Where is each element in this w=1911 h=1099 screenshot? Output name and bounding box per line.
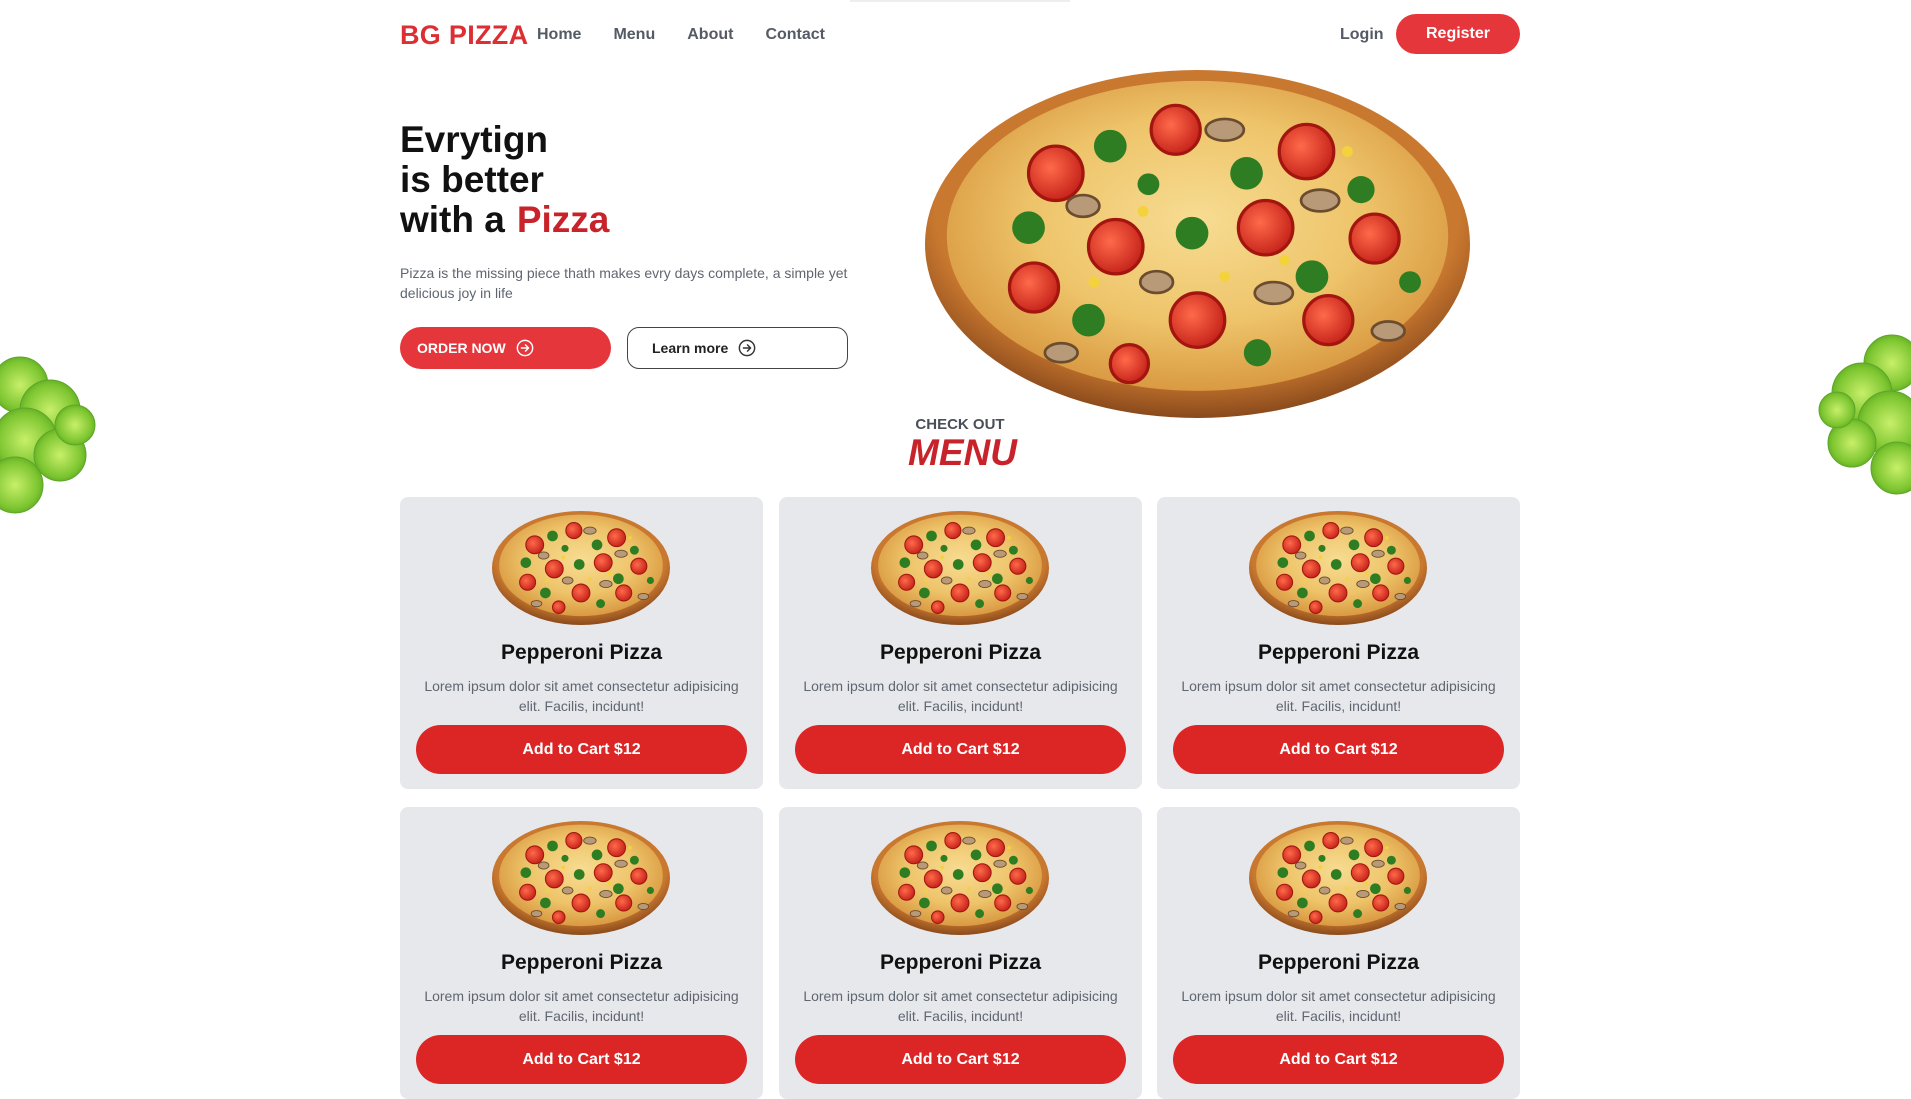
login-link[interactable]: Login xyxy=(1340,26,1384,44)
nav-link-menu[interactable]: Menu xyxy=(613,26,655,44)
add-to-cart-button[interactable]: Add to Cart $12 xyxy=(1173,1035,1504,1084)
top-divider xyxy=(850,0,1070,2)
menu-item-description: Lorem ipsum dolor sit amet consectetur a… xyxy=(424,678,739,714)
menu-item-description: Lorem ipsum dolor sit amet consectetur a… xyxy=(1181,678,1496,714)
hero-title-accent: Pizza xyxy=(516,199,610,240)
pizza-image xyxy=(1249,821,1427,935)
add-to-cart-button[interactable]: Add to Cart $12 xyxy=(795,725,1126,774)
navbar: BG PIZZA Home Menu About Contact Login R… xyxy=(400,14,1520,56)
menu-item-name: Pepperoni Pizza xyxy=(1257,641,1420,664)
lettuce-right-decoration xyxy=(1818,334,1911,495)
hero-pizza-image xyxy=(925,70,1470,418)
pizza-image xyxy=(871,821,1049,935)
hero-title-line3: with a xyxy=(400,199,505,240)
add-to-cart-button[interactable]: Add to Cart $12 xyxy=(416,725,747,774)
menu-card: Pepperoni Pizza Lorem ipsum dolor sit am… xyxy=(1157,807,1520,1099)
pizza-image xyxy=(492,511,670,625)
pizza-image xyxy=(871,511,1049,625)
menu-item-name: Pepperoni Pizza xyxy=(500,951,663,974)
arrow-circle-right-icon xyxy=(738,339,756,357)
menu-item-description: Lorem ipsum dolor sit amet consectetur a… xyxy=(803,678,1118,714)
hero-description: Pizza is the missing piece thath makes e… xyxy=(400,265,848,301)
menu-card: Pepperoni Pizza Lorem ipsum dolor sit am… xyxy=(779,807,1142,1099)
nav-links: Home Menu About Contact xyxy=(537,26,825,44)
brand-logo[interactable]: BG PIZZA xyxy=(400,20,528,51)
menu-item-name: Pepperoni Pizza xyxy=(1257,951,1420,974)
menu-item-description: Lorem ipsum dolor sit amet consectetur a… xyxy=(424,988,739,1024)
register-button[interactable]: Register xyxy=(1396,14,1520,54)
add-to-cart-button[interactable]: Add to Cart $12 xyxy=(1173,725,1504,774)
menu-item-name: Pepperoni Pizza xyxy=(879,951,1042,974)
learn-more-label: Learn more xyxy=(652,340,729,356)
menu-card: Pepperoni Pizza Lorem ipsum dolor sit am… xyxy=(779,497,1142,789)
nav-link-about[interactable]: About xyxy=(687,26,733,44)
hero-title: Evrytign is better with a Pizza xyxy=(400,120,609,240)
lettuce-left-decoration xyxy=(0,356,96,514)
menu-card: Pepperoni Pizza Lorem ipsum dolor sit am… xyxy=(1157,497,1520,789)
nav-link-home[interactable]: Home xyxy=(537,26,581,44)
learn-more-button[interactable]: Learn more xyxy=(627,327,848,369)
menu-item-name: Pepperoni Pizza xyxy=(879,641,1042,664)
menu-item-description: Lorem ipsum dolor sit amet consectetur a… xyxy=(1181,988,1496,1024)
hero-title-line2: is better xyxy=(400,159,544,200)
menu-item-description: Lorem ipsum dolor sit amet consectetur a… xyxy=(803,988,1118,1024)
menu-title: MENU xyxy=(908,432,1017,473)
order-now-button[interactable]: ORDER NOW xyxy=(400,327,611,369)
order-now-label: ORDER NOW xyxy=(417,340,506,356)
add-to-cart-button[interactable]: Add to Cart $12 xyxy=(416,1035,747,1084)
menu-item-name: Pepperoni Pizza xyxy=(500,641,663,664)
pizza-image xyxy=(492,821,670,935)
arrow-circle-right-icon xyxy=(516,339,534,357)
menu-card: Pepperoni Pizza Lorem ipsum dolor sit am… xyxy=(400,497,763,789)
menu-card: Pepperoni Pizza Lorem ipsum dolor sit am… xyxy=(400,807,763,1099)
nav-link-contact[interactable]: Contact xyxy=(765,26,825,44)
add-to-cart-button[interactable]: Add to Cart $12 xyxy=(795,1035,1126,1084)
pizza-image xyxy=(1249,511,1427,625)
menu-eyebrow: CHECK OUT xyxy=(915,416,1005,433)
hero-title-line1: Evrytign xyxy=(400,119,549,160)
